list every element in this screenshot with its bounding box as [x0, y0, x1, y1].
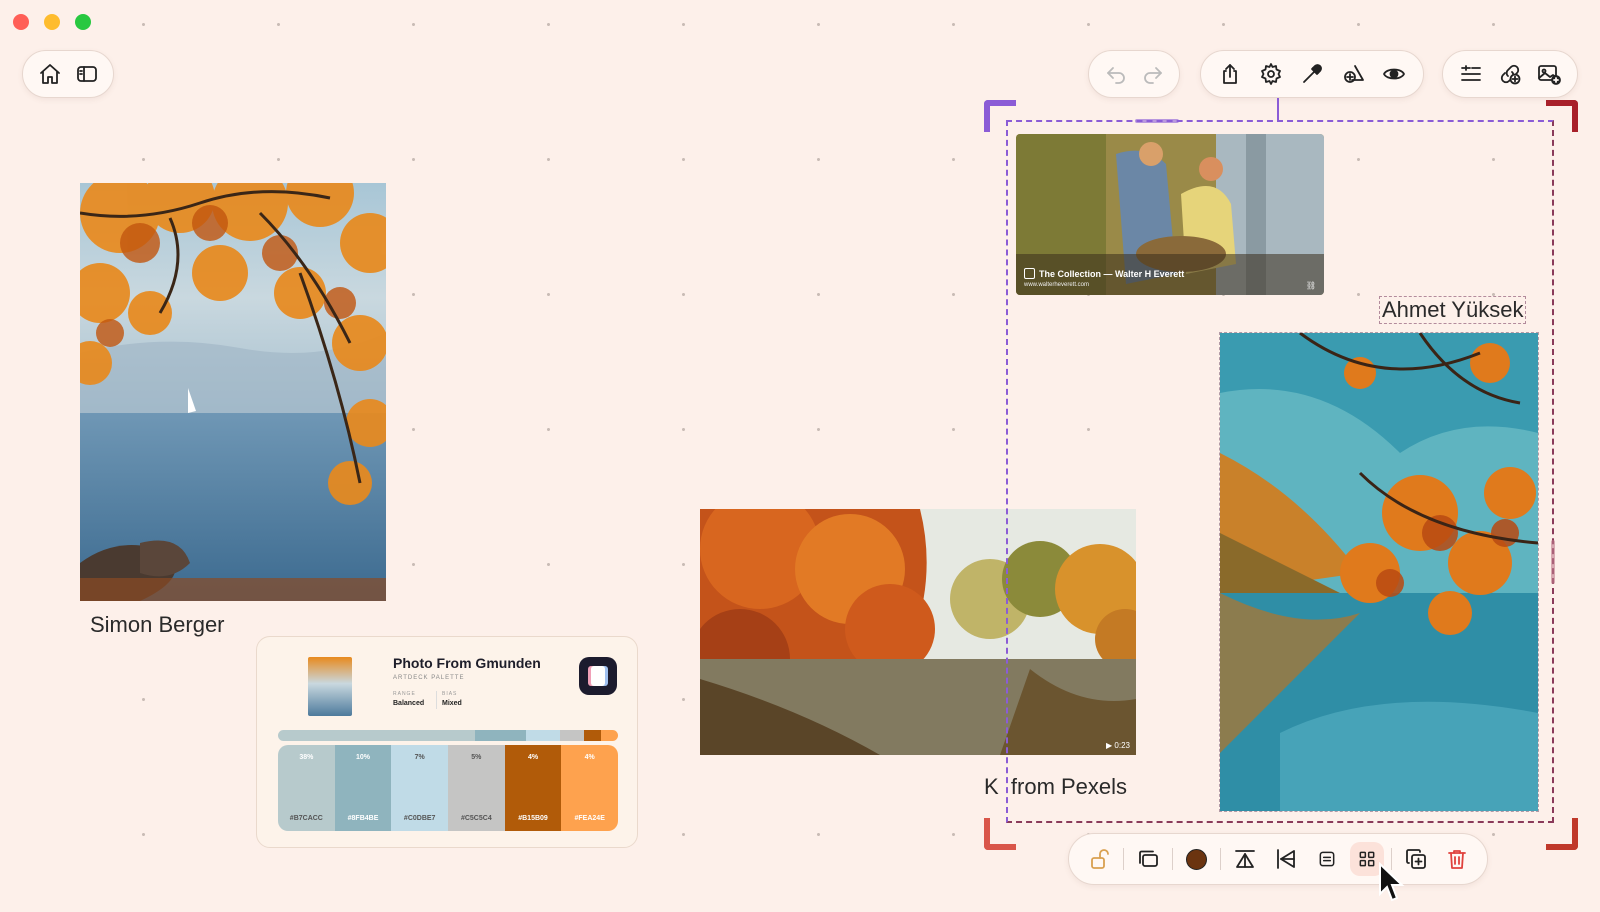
selection-corner-bottom-left[interactable] [984, 818, 1016, 850]
swatch-6-hex: #FEA24E [574, 815, 605, 822]
range-value: Balanced [393, 700, 425, 707]
palette-subtitle: ARTDECK PALETTE [393, 675, 465, 681]
lake-sailboat-photo[interactable] [80, 183, 386, 601]
swatch-4-hex: #C5C5C4 [460, 815, 492, 822]
swatch-4-percent: 5% [471, 754, 482, 761]
selection-right-handle[interactable] [1551, 540, 1555, 584]
redo-icon[interactable] [1136, 57, 1170, 91]
selection-top-handle[interactable] [1135, 119, 1179, 123]
palette-swatches: 38% #B7CACC 10% #8FB4BE 7% #C0DBE7 5% #C5C5C… [278, 745, 618, 831]
undo-icon[interactable] [1099, 57, 1133, 91]
main-toolbar [1200, 50, 1424, 98]
flip-horizontal-icon[interactable] [1269, 842, 1303, 876]
layers-icon[interactable] [1131, 842, 1165, 876]
insert-toolbar [1442, 50, 1578, 98]
swatch-2[interactable]: 10% #8FB4BE [334, 745, 392, 831]
unlock-icon[interactable] [1082, 842, 1116, 876]
minimize-window-button[interactable] [44, 14, 60, 30]
selection-connector [1277, 98, 1279, 120]
swatch-1-hex: #B7CACC [289, 815, 323, 822]
sidebar-icon[interactable] [70, 57, 104, 91]
swatch-1[interactable]: 38% #B7CACC [278, 745, 335, 831]
navigation-toolbar [22, 50, 114, 98]
swatch-5-percent: 4% [527, 754, 539, 761]
selection-bounding-box[interactable] [1006, 120, 1554, 823]
home-icon[interactable] [33, 57, 67, 91]
bias-value: Mixed [442, 700, 462, 707]
swatch-5[interactable]: 4% #B15B09 [504, 745, 562, 831]
eyedropper-icon[interactable] [1295, 57, 1329, 91]
swatch-2-hex: #8FB4BE [347, 815, 379, 822]
palette-thumbnail [308, 657, 352, 716]
toolbar-separator [1123, 848, 1125, 870]
add-image-icon[interactable] [1532, 57, 1566, 91]
selection-corner-top-left[interactable] [984, 100, 1016, 132]
range-label: RANGE [393, 691, 416, 697]
gear-icon[interactable] [1254, 57, 1288, 91]
share-icon[interactable] [1213, 57, 1247, 91]
palette-title: Photo From Gmunden [393, 655, 541, 671]
swatch-4[interactable]: 5% #C5C5C4 [448, 745, 505, 831]
palette-divider [436, 691, 437, 709]
swatch-3-percent: 7% [414, 754, 425, 761]
palette-proportion-bar [278, 730, 618, 741]
swatch-3[interactable]: 7% #C0DBE7 [391, 745, 449, 831]
color-icon[interactable] [1179, 842, 1213, 876]
zoom-window-button[interactable] [75, 14, 91, 30]
flip-vertical-icon[interactable] [1228, 842, 1262, 876]
selection-corner-bottom-right[interactable] [1546, 818, 1578, 850]
toolbar-separator [1171, 848, 1173, 870]
bias-label: BIAS [442, 691, 458, 697]
swatch-1-percent: 38% [299, 754, 314, 761]
swatch-6-percent: 4% [584, 754, 595, 761]
add-text-icon[interactable] [1454, 57, 1488, 91]
history-toolbar [1088, 50, 1180, 98]
align-icon[interactable] [1310, 842, 1344, 876]
artdeck-app-icon[interactable] [579, 657, 617, 695]
swatch-3-hex: #C0DBE7 [403, 815, 436, 822]
swatch-6[interactable]: 4% #FEA24E [561, 745, 618, 831]
swatch-2-percent: 10% [356, 754, 371, 761]
palette-card[interactable]: Photo From Gmunden ARTDECK PALETTE RANGE… [256, 636, 638, 848]
swatch-5-hex: #B15B09 [518, 815, 548, 822]
toolbar-separator [1220, 848, 1222, 870]
eye-icon[interactable] [1377, 57, 1411, 91]
selection-toolbar [1068, 833, 1488, 885]
add-shape-icon[interactable] [1336, 57, 1370, 91]
selection-corner-top-right[interactable] [1546, 100, 1578, 132]
add-link-icon[interactable] [1493, 57, 1527, 91]
trash-icon[interactable] [1440, 842, 1474, 876]
mouse-cursor-icon [1378, 861, 1406, 909]
close-window-button[interactable] [13, 14, 29, 30]
caption-simon-berger: Simon Berger [90, 612, 225, 637]
